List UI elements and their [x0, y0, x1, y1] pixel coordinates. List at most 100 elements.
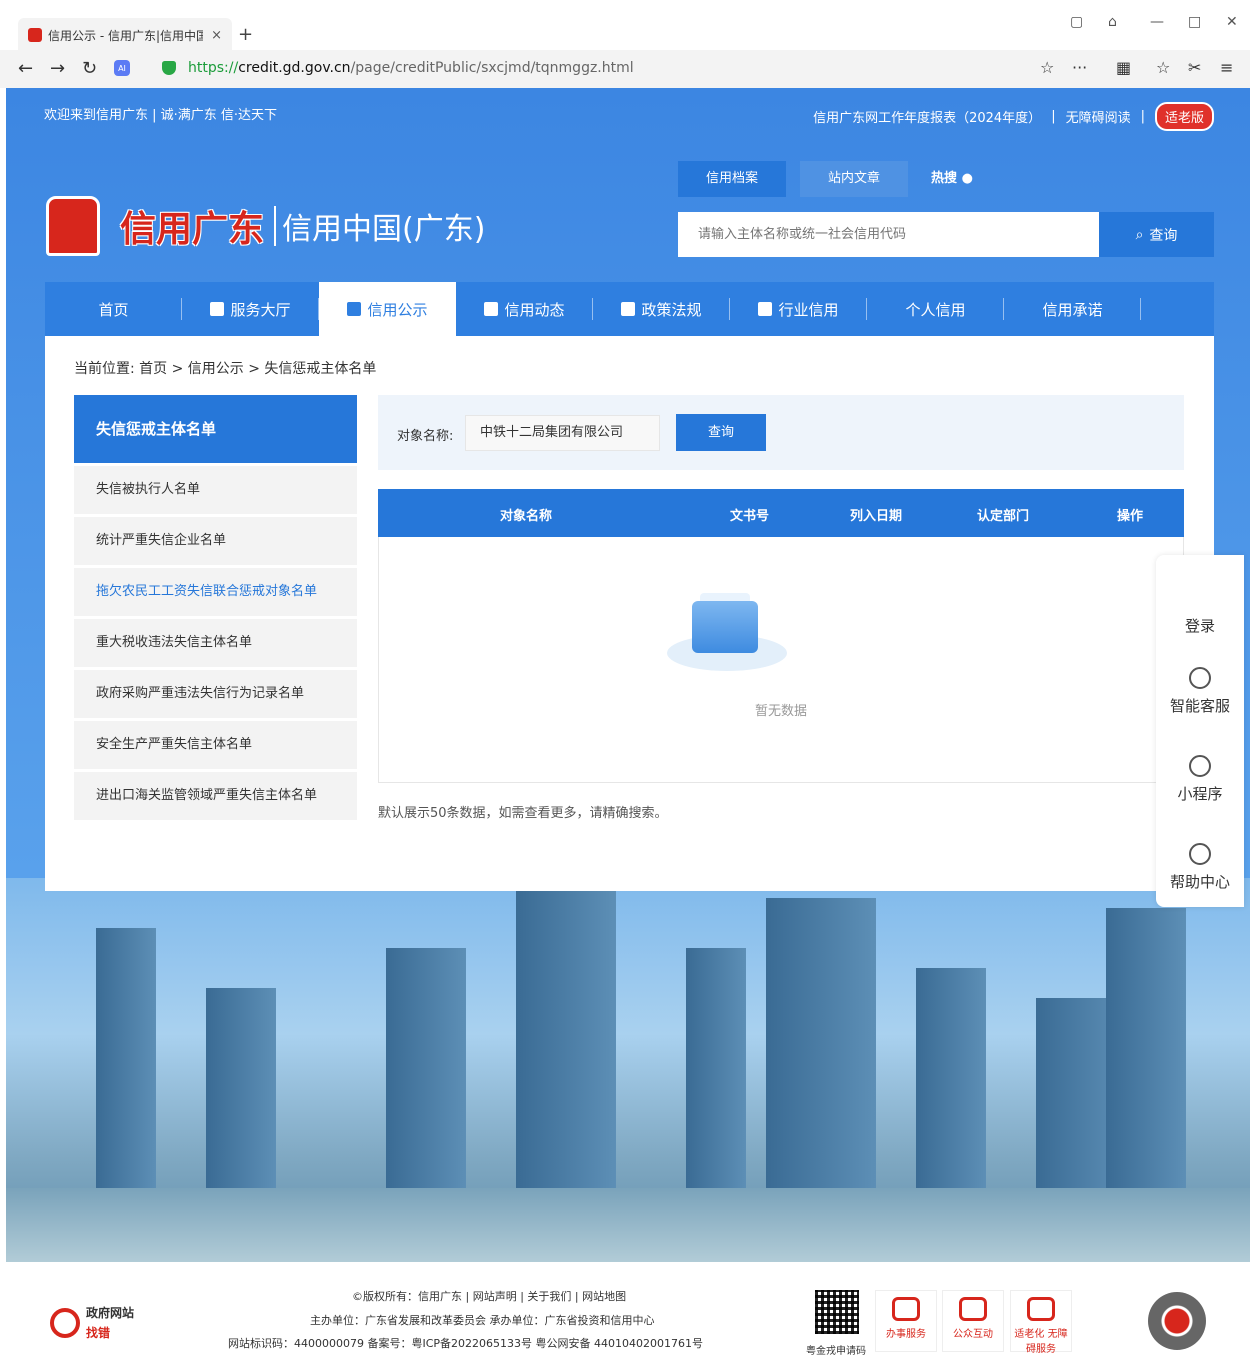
search-input[interactable] — [678, 212, 1099, 257]
elder-mode-button[interactable]: 适老版 — [1154, 102, 1214, 131]
building — [1106, 908, 1186, 1188]
sidebar-item[interactable]: 重大税收违法失信主体名单 — [74, 619, 357, 667]
minimize-icon[interactable]: — — [1150, 14, 1164, 30]
qr-code-image — [815, 1290, 859, 1334]
accessible-reading-link[interactable]: 无障碍阅读 — [1066, 107, 1131, 126]
annual-report-link[interactable]: 信用广东网工作年度报表（2024年度） — [813, 107, 1041, 126]
search-button[interactable]: ⌕ 查询 — [1099, 212, 1214, 257]
nav-home[interactable]: 首页 — [45, 282, 182, 336]
city-skyline-image — [6, 878, 1250, 1268]
site-logo[interactable]: 信用广东 信用中国(广东) — [46, 196, 485, 256]
nav-policy[interactable]: 政策法规 — [593, 282, 730, 336]
building — [766, 898, 876, 1188]
apps-icon[interactable]: ▦ — [1116, 58, 1131, 77]
welcome-text: 欢迎来到信用广东 | 诚·满广东 信·达天下 — [44, 108, 278, 123]
empty-state-text: 暂无数据 — [754, 704, 807, 719]
building — [386, 948, 466, 1188]
sidebar-item-active[interactable]: 拖欠农民工工资失信联合惩戒对象名单 — [74, 568, 357, 616]
building-icon — [758, 302, 773, 316]
building — [916, 968, 986, 1188]
address-bar: ← → ↻ AI https://credit.gd.gov.cn/page/c… — [0, 50, 1250, 88]
gov-error-report-link[interactable]: 政府网站 找错 — [50, 1300, 150, 1346]
table-note: 默认展示50条数据，如需查看更多，请精确搜索。 — [378, 806, 668, 821]
footer-links[interactable]: ©版权所有：信用广东 | 网站声明 | 关于我们 | 网站地图 — [352, 1288, 626, 1304]
sidebar-item[interactable]: 安全生产严重失信主体名单 — [74, 721, 357, 769]
empty-folder-icon — [662, 587, 792, 677]
help-center-button[interactable]: 帮助中心 — [1156, 843, 1244, 892]
logo-subtitle: 信用中国(广东) — [282, 212, 486, 247]
sidebar-item[interactable]: 失信被执行人名单 — [74, 466, 357, 514]
menu-icon[interactable]: ≡ — [1220, 58, 1233, 77]
star-icon[interactable]: ☆ — [1040, 58, 1054, 77]
search-tabs: 信用档案 站内文章 热搜 ● — [678, 161, 982, 197]
floating-toolbar: 登录 智能客服 小程序 帮助中心 — [1156, 555, 1244, 907]
nav-personal-credit[interactable]: 个人信用 — [867, 282, 1004, 336]
maximize-icon[interactable]: □ — [1188, 14, 1201, 30]
tab-close-icon[interactable]: × — [211, 28, 222, 43]
nav-credit-news[interactable]: 信用动态 — [456, 282, 593, 336]
close-window-icon[interactable]: ✕ — [1226, 14, 1238, 30]
flame-icon: ● — [961, 171, 973, 186]
publish-icon — [347, 302, 362, 316]
footer-organizers: 主办单位：广东省发展和改革委员会 承办单位：广东省投资和信用中心 — [310, 1314, 655, 1327]
building — [516, 878, 616, 1188]
favorites-icon[interactable]: ☆ — [1156, 58, 1170, 77]
tab-title: 信用公示 - 信用广东|信用中国 — [48, 28, 204, 43]
column-header: 对象名称 — [500, 509, 553, 524]
url-field[interactable]: https://credit.gd.gov.cn/page/creditPubl… — [188, 60, 634, 76]
table-header: 对象名称 文书号 列入日期 认定部门 操作 — [378, 489, 1184, 537]
nav-credit-promise[interactable]: 信用承诺 — [1004, 282, 1141, 336]
more-icon[interactable]: ··· — [1072, 58, 1087, 77]
document-icon — [484, 302, 499, 316]
top-strip: 欢迎来到信用广东 | 诚·满广东 信·达天下 信用广东网工作年度报表（2024年… — [6, 88, 1250, 136]
gov-line1: 政府网站 — [86, 1306, 135, 1320]
grid-icon — [210, 302, 225, 316]
nav-service-hall[interactable]: 服务大厅 — [182, 282, 319, 336]
tab-hot-search[interactable]: 热搜 ● — [922, 161, 982, 197]
results-table: 对象名称 文书号 列入日期 认定部门 操作 暂无数据 — [378, 489, 1184, 783]
query-button[interactable]: 查询 — [676, 414, 766, 451]
browser-tabbar: 信用公示 - 信用广东|信用中国 × + ▢ ⌂ — □ ✕ — [0, 0, 1250, 52]
table-body: 暂无数据 — [378, 537, 1184, 783]
sidebar-item[interactable]: 政府采购严重违法失信行为记录名单 — [74, 670, 357, 718]
mini-program-qr-icon — [1148, 1292, 1206, 1350]
footer: 政府网站 找错 ©版权所有：信用广东 | 网站声明 | 关于我们 | 网站地图 … — [0, 1262, 1250, 1369]
reload-icon[interactable]: ↻ — [82, 58, 97, 79]
shirt-icon[interactable]: ⌂ — [1108, 14, 1117, 30]
service-affairs-link[interactable]: 办事服务 — [875, 1290, 937, 1352]
new-tab-button[interactable]: + — [238, 24, 253, 45]
nav-credit-public[interactable]: 信用公示 — [319, 282, 456, 336]
accessibility-service-link[interactable]: 适老化 无障碍服务 — [1010, 1290, 1072, 1355]
footer-registration: 网站标识码：4400000079 备案号：粤ICP备2022065133号 粤公… — [228, 1337, 703, 1350]
building — [686, 948, 746, 1188]
headset-icon — [1189, 667, 1211, 689]
column-header: 列入日期 — [850, 509, 903, 524]
headset-icon — [892, 1297, 920, 1321]
qr-caption: 粤金戎申请码 — [806, 1346, 866, 1357]
main-nav: 首页 服务大厅 信用公示 信用动态 政策法规 行业信用 个人信用 信用承诺 — [45, 282, 1214, 336]
tab-credit-archive[interactable]: 信用档案 — [678, 161, 786, 197]
back-icon[interactable]: ← — [18, 58, 33, 79]
nav-industry-credit[interactable]: 行业信用 — [730, 282, 867, 336]
column-header: 文书号 — [730, 509, 770, 524]
scissors-icon[interactable]: ✂ — [1188, 58, 1201, 77]
mini-program-button[interactable]: 小程序 — [1156, 755, 1244, 804]
public-interaction-link[interactable]: 公众互动 — [942, 1290, 1004, 1352]
smart-service-button[interactable]: 智能客服 — [1156, 667, 1244, 716]
breadcrumb: 当前位置: 首页 > 信用公示 > 失信惩戒主体名单 — [74, 361, 377, 377]
secure-shield-icon — [162, 61, 176, 75]
logo-name: 信用广东 — [120, 208, 265, 250]
browser-tab[interactable]: 信用公示 - 信用广东|信用中国 × — [18, 18, 232, 52]
ai-icon[interactable]: AI — [114, 60, 130, 76]
forward-icon[interactable]: → — [50, 58, 65, 79]
login-button[interactable]: 登录 — [1156, 615, 1244, 636]
sidebar-title[interactable]: 失信惩戒主体名单 — [74, 395, 357, 463]
sidebar-item[interactable]: 进出口海关监管领域严重失信主体名单 — [74, 772, 357, 820]
sidebar-item[interactable]: 统计严重失信企业名单 — [74, 517, 357, 565]
object-name-input[interactable]: 中铁十二局集团有限公司 — [465, 415, 660, 451]
search-icon: ⌕ — [1135, 226, 1144, 243]
filter-label: 对象名称: — [397, 429, 454, 444]
tab-site-articles[interactable]: 站内文章 — [800, 161, 908, 197]
search-box: ⌕ 查询 — [678, 212, 1214, 257]
tab-count-icon[interactable]: ▢ — [1070, 14, 1083, 30]
